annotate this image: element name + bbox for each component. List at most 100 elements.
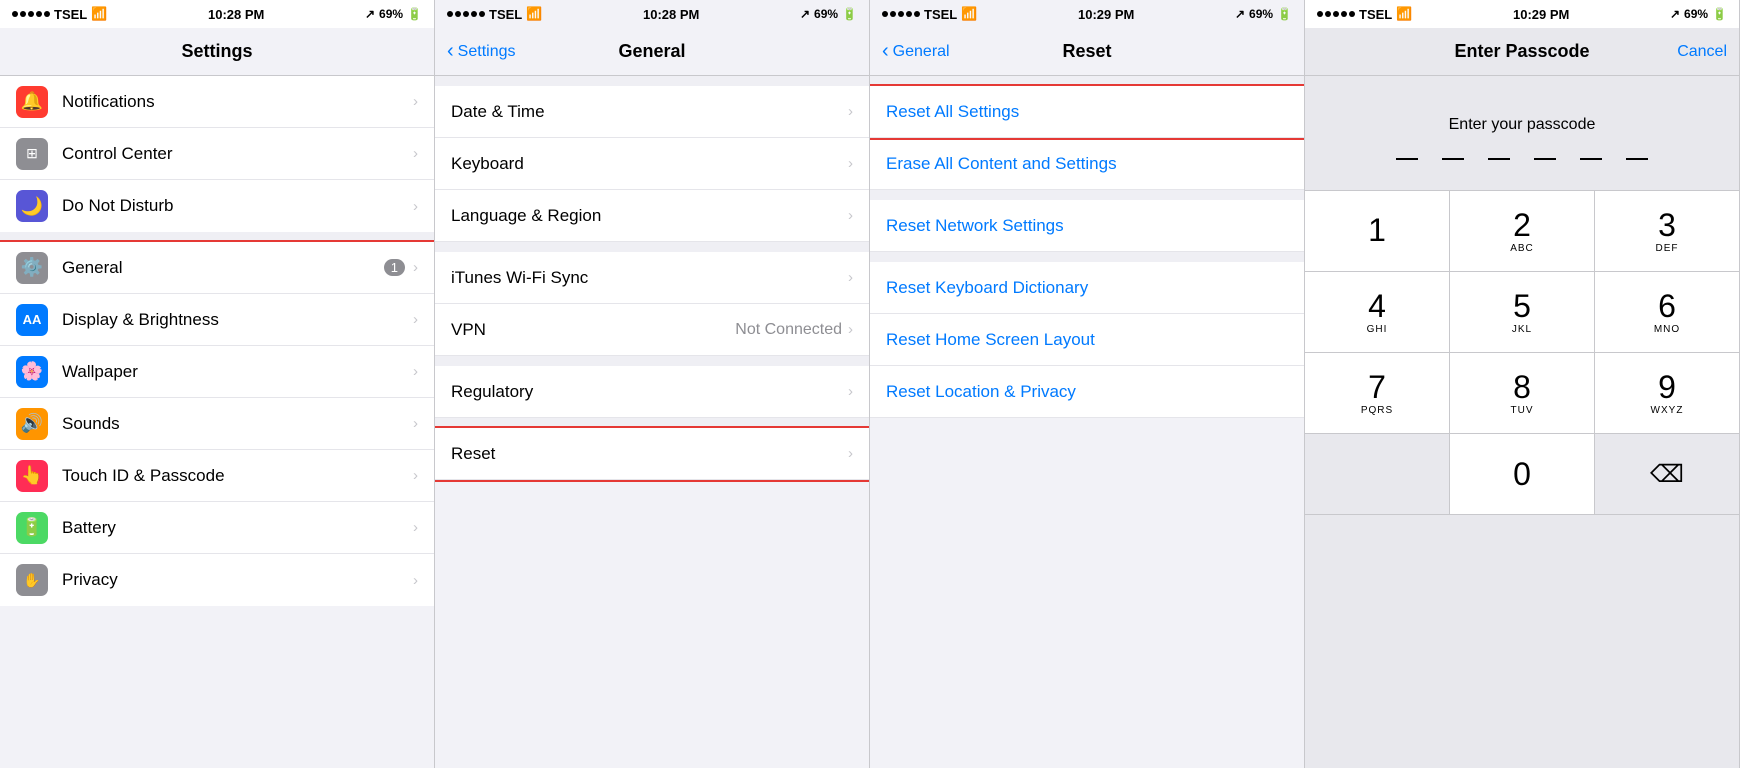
general-item-datetime[interactable]: Date & Time xyxy=(435,86,869,138)
key-9[interactable]: 9 WXYZ xyxy=(1595,353,1739,433)
back-to-settings[interactable]: ‹ Settings xyxy=(447,40,515,63)
key-9-letters: WXYZ xyxy=(1651,405,1684,416)
reset-item-home-screen[interactable]: Reset Home Screen Layout xyxy=(870,314,1304,366)
key-7-number: 7 xyxy=(1368,371,1386,403)
settings-item-notifications[interactable]: 🔔 Notifications xyxy=(0,76,434,128)
key-7[interactable]: 7 PQRS xyxy=(1305,353,1450,433)
notifications-chevron xyxy=(413,93,418,110)
general-group-2: iTunes Wi-Fi Sync VPN Not Connected xyxy=(435,252,869,356)
datetime-chevron xyxy=(848,103,853,120)
key-0[interactable]: 0 xyxy=(1450,434,1595,514)
nav-bar-general: ‹ Settings General xyxy=(435,28,869,76)
battery-pct-4: 69% xyxy=(1684,7,1708,21)
back-to-general[interactable]: ‹ General xyxy=(882,40,950,63)
key-empty xyxy=(1305,434,1450,514)
key-6[interactable]: 6 MNO xyxy=(1595,272,1739,352)
vpn-value: Not Connected xyxy=(735,321,842,339)
key-delete[interactable]: ⌫ xyxy=(1595,434,1739,514)
status-left-3: TSEL 📶 xyxy=(882,6,977,22)
reset-all-settings-label: Reset All Settings xyxy=(886,102,1288,122)
time-2: 10:28 PM xyxy=(643,7,699,22)
general-item-itunes[interactable]: iTunes Wi-Fi Sync xyxy=(435,252,869,304)
reset-list: Reset All Settings Erase All Content and… xyxy=(870,76,1304,768)
divider-p3-1 xyxy=(870,190,1304,200)
divider-p2-1 xyxy=(435,242,869,252)
battery-icon-4: 🔋 xyxy=(1712,7,1727,21)
status-left-2: TSEL 📶 xyxy=(447,6,542,22)
general-item-reset[interactable]: Reset xyxy=(435,428,869,480)
general-item-vpn[interactable]: VPN Not Connected xyxy=(435,304,869,356)
key-3-number: 3 xyxy=(1658,209,1676,241)
privacy-label: Privacy xyxy=(62,570,413,590)
numpad-row-3: 7 PQRS 8 TUV 9 WXYZ xyxy=(1305,353,1739,434)
settings-item-battery[interactable]: 🔋 Battery xyxy=(0,502,434,554)
general-item-language[interactable]: Language & Region xyxy=(435,190,869,242)
touchid-label: Touch ID & Passcode xyxy=(62,466,413,486)
key-1-number: 1 xyxy=(1368,214,1386,246)
general-item-keyboard[interactable]: Keyboard xyxy=(435,138,869,190)
settings-item-control-center[interactable]: ⊞ Control Center xyxy=(0,128,434,180)
reset-item-all-settings[interactable]: Reset All Settings xyxy=(870,86,1304,138)
notifications-label: Notifications xyxy=(62,92,413,112)
group-divider-1 xyxy=(0,232,434,242)
control-center-label: Control Center xyxy=(62,144,413,164)
key-5-letters: JKL xyxy=(1512,324,1532,335)
nav-title-general: General xyxy=(618,41,685,62)
general-item-regulatory[interactable]: Regulatory xyxy=(435,366,869,418)
key-4[interactable]: 4 GHI xyxy=(1305,272,1450,352)
settings-item-display[interactable]: AA Display & Brightness xyxy=(0,294,434,346)
key-5[interactable]: 5 JKL xyxy=(1450,272,1595,352)
divider-p2-3 xyxy=(435,418,869,428)
wifi-icon-1: 📶 xyxy=(91,6,107,22)
reset-label: Reset xyxy=(451,444,848,464)
divider-p2-top xyxy=(435,76,869,86)
time-1: 10:28 PM xyxy=(208,7,264,22)
panel-reset: TSEL 📶 10:29 PM ↗ 69% 🔋 ‹ General Reset … xyxy=(870,0,1305,768)
general-badge: 1 xyxy=(384,259,405,276)
settings-item-general[interactable]: ⚙️ General 1 xyxy=(0,242,434,294)
carrier-4: TSEL xyxy=(1359,7,1392,22)
signal-dots-3 xyxy=(882,11,920,17)
reset-item-network[interactable]: Reset Network Settings xyxy=(870,200,1304,252)
touchid-icon: 👆 xyxy=(16,460,48,492)
key-0-number: 0 xyxy=(1513,458,1531,490)
control-center-chevron xyxy=(413,145,418,162)
reset-location-label: Reset Location & Privacy xyxy=(886,382,1288,402)
status-right-1: ↗ 69% 🔋 xyxy=(365,7,422,21)
location-icon-3: ↗ xyxy=(1235,7,1245,21)
key-8[interactable]: 8 TUV xyxy=(1450,353,1595,433)
key-2[interactable]: 2 ABC xyxy=(1450,191,1595,271)
key-1[interactable]: 1 xyxy=(1305,191,1450,271)
settings-item-privacy[interactable]: ✋ Privacy xyxy=(0,554,434,606)
settings-item-touchid[interactable]: 👆 Touch ID & Passcode xyxy=(0,450,434,502)
panel-settings: TSEL 📶 10:28 PM ↗ 69% 🔋 Settings 🔔 Notif… xyxy=(0,0,435,768)
sounds-label: Sounds xyxy=(62,414,413,434)
keyboard-label: Keyboard xyxy=(451,154,848,174)
key-9-number: 9 xyxy=(1658,371,1676,403)
key-3[interactable]: 3 DEF xyxy=(1595,191,1739,271)
key-6-letters: MNO xyxy=(1654,324,1680,335)
reset-item-location-privacy[interactable]: Reset Location & Privacy xyxy=(870,366,1304,418)
passcode-dot-4 xyxy=(1534,158,1556,160)
battery-icon-3: 🔋 xyxy=(1277,7,1292,21)
settings-item-sounds[interactable]: 🔊 Sounds xyxy=(0,398,434,450)
passcode-dot-3 xyxy=(1488,158,1510,160)
settings-group-1: 🔔 Notifications ⊞ Control Center 🌙 Do No… xyxy=(0,76,434,232)
passcode-dot-1 xyxy=(1396,158,1418,160)
cancel-button[interactable]: Cancel xyxy=(1677,43,1727,61)
settings-item-wallpaper[interactable]: 🌸 Wallpaper xyxy=(0,346,434,398)
reset-item-erase-all[interactable]: Erase All Content and Settings xyxy=(870,138,1304,190)
key-3-letters: DEF xyxy=(1656,243,1679,254)
battery-chevron xyxy=(413,519,418,536)
numpad-row-2: 4 GHI 5 JKL 6 MNO xyxy=(1305,272,1739,353)
settings-list: 🔔 Notifications ⊞ Control Center 🌙 Do No… xyxy=(0,76,434,768)
settings-item-dnd[interactable]: 🌙 Do Not Disturb xyxy=(0,180,434,232)
reset-item-keyboard-dict[interactable]: Reset Keyboard Dictionary xyxy=(870,262,1304,314)
dnd-icon: 🌙 xyxy=(16,190,48,222)
location-icon-4: ↗ xyxy=(1670,7,1680,21)
wallpaper-icon: 🌸 xyxy=(16,356,48,388)
nav-title-reset: Reset xyxy=(1062,41,1111,62)
dnd-chevron xyxy=(413,198,418,215)
general-list: Date & Time Keyboard Language & Region i… xyxy=(435,76,869,768)
reset-keyboard-label: Reset Keyboard Dictionary xyxy=(886,278,1288,298)
